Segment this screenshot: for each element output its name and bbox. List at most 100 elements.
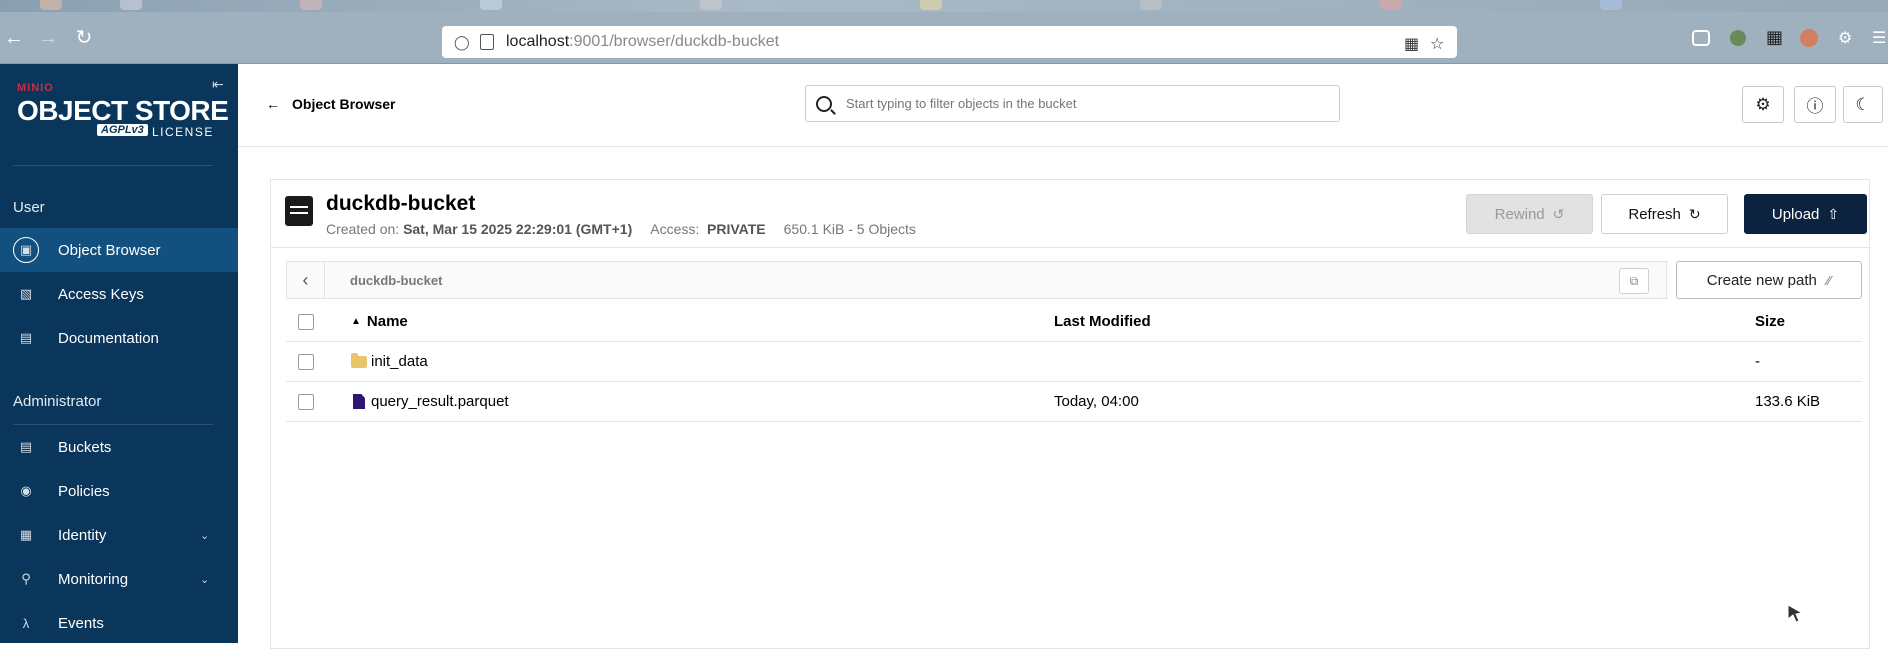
copy-icon: ⧉ xyxy=(1629,273,1639,288)
back-link-label: Object Browser xyxy=(292,96,396,112)
collapse-sidebar-icon[interactable]: ⇤ xyxy=(212,76,228,92)
qr-code-icon[interactable]: ▦ xyxy=(1404,34,1419,54)
rewind-icon: ↺ xyxy=(1552,205,1565,222)
logo-license-label: LICENSE xyxy=(152,125,214,139)
column-label: Name xyxy=(366,313,408,330)
sidebar-item-events[interactable]: λ Events xyxy=(0,601,238,645)
bucket-meta: Created on: Sat, Mar 15 2025 22:29:01 (G… xyxy=(326,221,916,237)
pocket-icon[interactable] xyxy=(1692,30,1710,46)
row-checkbox[interactable] xyxy=(298,394,314,410)
url-host: localhost xyxy=(506,33,570,50)
tab-favicon-icon[interactable] xyxy=(1600,0,1622,10)
upload-button[interactable]: Upload ⇧ xyxy=(1744,194,1867,234)
url-path: :9001/browser/duckdb-bucket xyxy=(569,33,780,50)
back-arrow-icon[interactable]: ← xyxy=(2,26,26,50)
sidebar-item-label: Documentation xyxy=(58,329,159,347)
objects-table: ▲ Name Last Modified Size init_data - qu… xyxy=(286,302,1862,422)
tab-favicon-icon[interactable] xyxy=(120,0,142,10)
logo-brand: MINIO xyxy=(17,82,54,94)
tab-favicon-icon[interactable] xyxy=(920,0,942,10)
sidebar: MINIO OBJECT STORE AGPLv3 LICENSE ⇤ User… xyxy=(0,64,238,643)
object-name-cell[interactable]: query_result.parquet xyxy=(351,393,509,410)
forward-arrow-icon[interactable]: → xyxy=(36,26,60,50)
size-cell: - xyxy=(1755,353,1760,370)
refresh-button[interactable]: Refresh ↻ xyxy=(1601,194,1728,234)
name-column-header[interactable]: ▲ Name xyxy=(351,313,408,330)
chevron-down-icon[interactable]: ⌄ xyxy=(200,573,209,586)
chevron-down-icon[interactable]: ⌄ xyxy=(200,529,209,542)
browser-tab-strip[interactable] xyxy=(0,0,1888,12)
tab-favicon-icon[interactable] xyxy=(480,0,502,10)
section-title-user: User xyxy=(13,199,45,216)
bookmark-star-icon[interactable]: ☆ xyxy=(1430,34,1444,54)
section-title-administrator: Administrator xyxy=(13,393,102,410)
object-name: query_result.parquet xyxy=(371,393,509,410)
extension-icon[interactable] xyxy=(1800,29,1818,47)
sidebar-item-policies[interactable]: ◉ Policies xyxy=(0,469,238,513)
sidebar-item-identity[interactable]: ▦ Identity ⌄ xyxy=(0,513,238,557)
access-value: PRIVATE xyxy=(707,221,766,237)
tab-favicon-icon[interactable] xyxy=(1140,0,1162,10)
menu-icon[interactable]: ☰ xyxy=(1872,28,1888,50)
sidebar-item-buckets[interactable]: ▤ Buckets xyxy=(0,425,238,469)
create-path-label: Create new path xyxy=(1706,271,1817,289)
breadcrumb: ‹ duckdb-bucket ⧉ xyxy=(286,261,1667,299)
last-modified-column-header[interactable]: Last Modified xyxy=(1054,313,1151,330)
size-cell: 133.6 KiB xyxy=(1755,393,1821,410)
agpl-logo: AGPLv3 xyxy=(97,124,148,136)
main-header: ← Object Browser ⚙ ⓘ ☾ xyxy=(238,64,1888,147)
new-path-icon: ⁄⁄ xyxy=(1826,272,1832,288)
gear-icon: ⚙ xyxy=(1755,94,1771,114)
create-new-path-button[interactable]: Create new path ⁄⁄ xyxy=(1676,261,1862,299)
table-row[interactable]: query_result.parquet Today, 04:00 133.6 … xyxy=(286,382,1862,422)
address-bar[interactable]: ◯ localhost:9001/browser/duckdb-bucket ▦… xyxy=(442,26,1457,58)
shield-icon[interactable]: ◯ xyxy=(454,34,470,50)
puzzle-icon[interactable]: ⚙ xyxy=(1838,28,1860,50)
sidebar-item-object-browser[interactable]: ▣ Object Browser xyxy=(0,228,238,272)
size-column-header[interactable]: Size xyxy=(1755,313,1785,330)
copy-path-button[interactable]: ⧉ xyxy=(1619,268,1649,294)
created-label: Created on: xyxy=(326,221,400,237)
extension-icon[interactable] xyxy=(1730,30,1746,46)
tab-favicon-icon[interactable] xyxy=(1380,0,1402,10)
sidebar-item-label: Monitoring xyxy=(58,570,129,588)
tab-favicon-icon[interactable] xyxy=(300,0,322,10)
bucket-panel: duckdb-bucket Created on: Sat, Mar 15 20… xyxy=(270,179,1871,649)
divider xyxy=(13,165,213,166)
rewind-button[interactable]: Rewind ↺ xyxy=(1466,194,1593,234)
search-input[interactable] xyxy=(846,96,1326,111)
sidebar-item-label: Events xyxy=(58,614,104,632)
table-row[interactable]: init_data - xyxy=(286,342,1862,382)
settings-button[interactable]: ⚙ xyxy=(1742,86,1784,123)
object-name-cell[interactable]: init_data xyxy=(351,352,428,370)
last-modified-cell: Today, 04:00 xyxy=(1054,393,1139,410)
help-button[interactable]: ⓘ xyxy=(1794,86,1836,123)
sidebar-item-monitoring[interactable]: ⚲ Monitoring ⌄ xyxy=(0,557,238,601)
back-to-object-browser-link[interactable]: ← Object Browser xyxy=(266,96,395,112)
search-box[interactable] xyxy=(805,85,1340,122)
bucket-icon xyxy=(285,196,313,226)
reload-icon[interactable]: ↻ xyxy=(72,26,96,50)
breadcrumb-path[interactable]: duckdb-bucket xyxy=(350,273,442,288)
page-info-icon[interactable] xyxy=(480,34,494,50)
upload-label: Upload xyxy=(1771,205,1820,223)
arrow-left-icon: ← xyxy=(266,96,280,112)
sidebar-item-label: Access Keys xyxy=(58,285,144,303)
apps-grid-icon[interactable]: ▦ xyxy=(1766,28,1788,50)
select-all-checkbox[interactable] xyxy=(298,314,314,330)
sort-ascending-icon: ▲ xyxy=(351,316,361,327)
chevron-left-icon[interactable]: ‹ xyxy=(287,262,325,298)
tab-favicon-icon[interactable] xyxy=(700,0,722,10)
identity-icon: ▦ xyxy=(19,527,33,542)
divider xyxy=(271,247,1871,248)
mouse-cursor-icon xyxy=(1787,604,1804,623)
sidebar-item-label: Identity xyxy=(58,526,107,544)
sidebar-item-documentation[interactable]: ▤ Documentation xyxy=(0,316,238,360)
dark-mode-button[interactable]: ☾ xyxy=(1843,86,1883,123)
monitoring-icon: ⚲ xyxy=(21,571,31,586)
upload-icon: ⇧ xyxy=(1827,205,1840,222)
row-checkbox[interactable] xyxy=(298,354,314,370)
tab-favicon-icon[interactable] xyxy=(40,0,62,10)
sidebar-item-access-keys[interactable]: ▧ Access Keys xyxy=(0,272,238,316)
moon-icon: ☾ xyxy=(1855,94,1871,114)
